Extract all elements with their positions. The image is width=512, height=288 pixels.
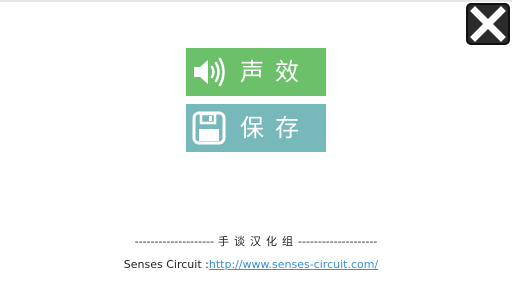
sound-effects-button[interactable]: 声效 [186,48,326,96]
close-button[interactable] [466,3,510,45]
website-line: Senses Circuit :http://www.senses-circui… [0,258,502,271]
translation-group-name: 手谈汉化组 [218,235,298,248]
top-divider [0,0,512,2]
website-link[interactable]: http://www.senses-circuit.com/ [209,258,378,271]
credits-dashes-left: -------------------- [134,235,214,248]
site-prefix: Senses Circuit : [123,258,209,271]
close-icon [470,6,506,42]
floppy-disk-icon [192,111,226,145]
speaker-icon [194,57,225,87]
sound-effects-label: 声效 [240,58,310,86]
save-button[interactable]: 保存 [186,104,326,152]
credits-dashes-right: -------------------- [298,235,378,248]
credits-line: -------------------- 手谈汉化组---------------… [0,233,512,249]
save-label: 保存 [240,114,310,142]
